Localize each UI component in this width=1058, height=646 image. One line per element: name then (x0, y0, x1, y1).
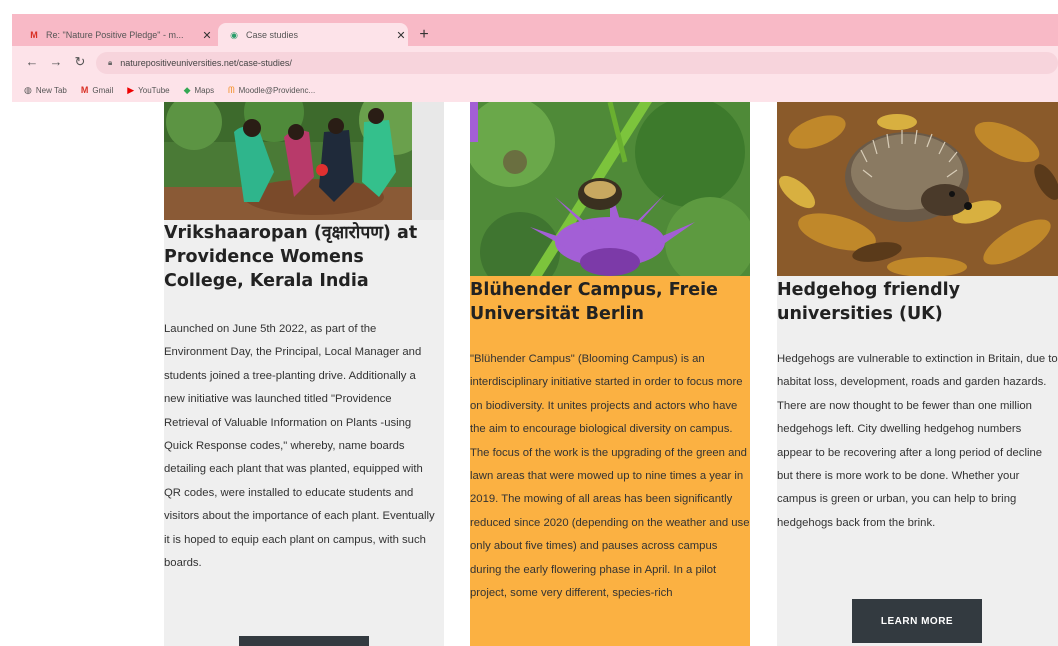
window-top-strip (0, 0, 1058, 14)
close-icon[interactable]: ✕ (200, 29, 214, 42)
reload-icon[interactable]: ↻ (72, 54, 88, 70)
new-tab-button[interactable]: + (416, 26, 432, 44)
card-title: Hedgehog friendly universities (UK) (777, 280, 961, 324)
tab-bar: M Re: "Nature Positive Pledge" - m... ✕ … (12, 14, 1058, 47)
card-body: "Blühender Campus" (Blooming Campus) is … (470, 353, 750, 600)
address-bar[interactable]: 🔒︎ naturepositiveuniversities.net/case-s… (96, 52, 1058, 74)
bookmark-gmail[interactable]: M Gmail (81, 85, 113, 95)
youtube-icon: ▶ (127, 84, 135, 95)
bookmark-maps[interactable]: ◆ Maps (184, 85, 214, 96)
card-body: Hedgehogs are vulnerable to extinction i… (777, 353, 1058, 529)
url-text: naturepositiveuniversities.net/case-stud… (120, 58, 292, 68)
moodle-icon: ᗰ (228, 84, 235, 95)
bookmark-label: Maps (194, 85, 215, 95)
case-study-card: Vrikshaaropan (वृक्षारोपण) at Providence… (164, 102, 444, 646)
tab-title: Re: "Nature Positive Pledge" - m... (46, 30, 184, 40)
hedgehog-photo (777, 102, 1058, 276)
bookmark-label: YouTube (138, 85, 170, 95)
page-content: Vrikshaaropan (वृक्षारोपण) at Providence… (12, 102, 1058, 646)
bookmark-youtube[interactable]: ▶ YouTube (127, 85, 169, 96)
bookmark-label: New Tab (35, 85, 67, 95)
card-body: Launched on June 5th 2022, as part of th… (164, 323, 435, 570)
close-icon[interactable]: ✕ (394, 29, 408, 42)
gmail-icon: M (30, 30, 38, 40)
forward-arrow-icon[interactable]: → (48, 54, 64, 70)
tab-title: Case studies (246, 30, 299, 40)
tree-planting-photo (164, 102, 444, 220)
tab-case-studies[interactable]: ◉ Case studies ✕ (218, 23, 408, 47)
maps-icon: ◆ (183, 84, 191, 95)
tab-gmail[interactable]: M Re: "Nature Positive Pledge" - m... ✕ (28, 23, 214, 47)
bookmark-label: Gmail (92, 85, 114, 95)
bookmark-moodle[interactable]: ᗰ Moodle@Providenc... (228, 85, 315, 96)
case-study-card: Hedgehog friendly universities (UK) Hedg… (777, 102, 1058, 646)
bookmarks-bar: ◍ New Tab M Gmail ▶ YouTube ◆ Maps ᗰ Moo… (12, 78, 1058, 102)
bookmark-new-tab[interactable]: ◍ New Tab (24, 85, 67, 96)
lock-icon: 🔒︎ (108, 58, 113, 67)
site-icon: ◉ (230, 29, 238, 40)
gmail-icon: M (80, 85, 89, 95)
card-title: Vrikshaaropan (वृक्षारोपण) at Providence… (164, 223, 418, 291)
learn-more-button[interactable]: LEARN MORE (852, 599, 982, 643)
back-arrow-icon[interactable]: ← (24, 54, 40, 70)
globe-icon: ◍ (24, 84, 32, 95)
bee-flower-photo (470, 102, 750, 276)
case-study-card: Blühender Campus, Freie Universität Berl… (470, 102, 750, 646)
learn-more-button[interactable] (239, 636, 369, 646)
card-title: Blühender Campus, Freie Universität Berl… (470, 280, 718, 324)
browser-toolbar: ← → ↻ 🔒︎ naturepositiveuniversities.net/… (12, 46, 1058, 78)
bookmark-label: Moodle@Providenc... (238, 85, 316, 95)
